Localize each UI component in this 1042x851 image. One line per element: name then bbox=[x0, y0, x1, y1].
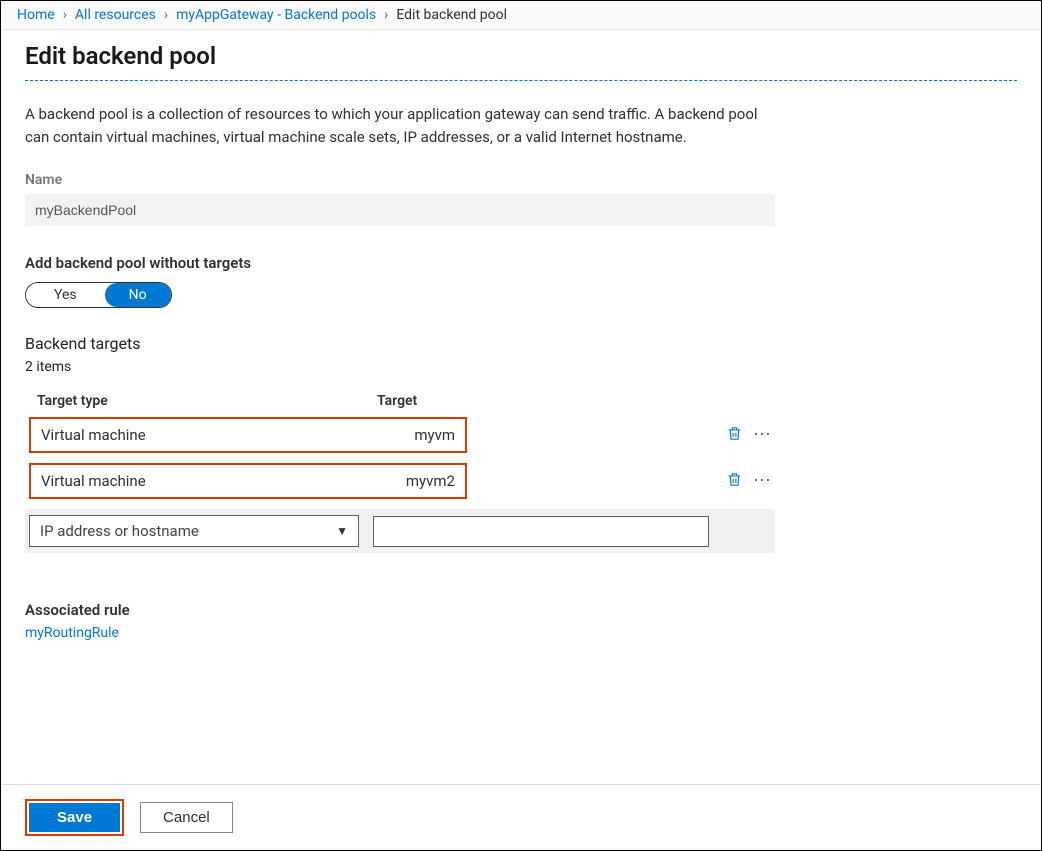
backend-targets-header: Backend targets bbox=[25, 334, 1017, 353]
name-label: Name bbox=[25, 172, 1017, 188]
without-targets-toggle[interactable]: Yes No bbox=[25, 282, 172, 308]
delete-icon[interactable] bbox=[726, 471, 743, 492]
name-field[interactable] bbox=[25, 194, 775, 226]
breadcrumb: Home › All resources › myAppGateway - Ba… bbox=[1, 1, 1041, 30]
page-description: A backend pool is a collection of resour… bbox=[25, 103, 785, 148]
breadcrumb-all-resources[interactable]: All resources bbox=[75, 7, 156, 23]
divider bbox=[25, 80, 1017, 81]
target-value: myvm bbox=[361, 426, 455, 444]
without-targets-label: Add backend pool without targets bbox=[25, 254, 1017, 272]
targets-table: Target type Target Virtual machine myvm … bbox=[25, 385, 775, 553]
associated-rule-link[interactable]: myRoutingRule bbox=[25, 625, 1017, 641]
table-row: Virtual machine myvm2 ⋯ bbox=[25, 463, 775, 499]
chevron-down-icon: ▼ bbox=[336, 524, 348, 538]
breadcrumb-app-gateway[interactable]: myAppGateway - Backend pools bbox=[176, 7, 376, 23]
page-footer: Save Cancel bbox=[1, 784, 1041, 850]
associated-rule-label: Associated rule bbox=[25, 601, 1017, 619]
target-type-select[interactable]: IP address or hostname ▼ bbox=[29, 515, 359, 547]
target-row-2[interactable]: Virtual machine myvm2 bbox=[29, 463, 467, 499]
target-value-input[interactable] bbox=[373, 516, 709, 547]
save-highlight: Save bbox=[25, 799, 124, 836]
toggle-no[interactable]: No bbox=[105, 283, 171, 307]
chevron-right-icon: › bbox=[164, 7, 168, 23]
select-label: IP address or hostname bbox=[40, 522, 199, 540]
chevron-right-icon: › bbox=[63, 7, 67, 23]
backend-targets-count: 2 items bbox=[25, 359, 1017, 375]
more-icon[interactable]: ⋯ bbox=[753, 426, 773, 444]
table-row: Virtual machine myvm ⋯ bbox=[25, 417, 775, 453]
main-content: Edit backend pool A backend pool is a co… bbox=[1, 30, 1041, 641]
save-button[interactable]: Save bbox=[29, 803, 120, 832]
column-target: Target bbox=[377, 393, 487, 409]
cancel-button[interactable]: Cancel bbox=[140, 802, 233, 833]
page-title: Edit backend pool bbox=[25, 42, 1017, 70]
more-icon[interactable]: ⋯ bbox=[753, 472, 773, 490]
breadcrumb-current: Edit backend pool bbox=[396, 7, 507, 23]
toggle-yes[interactable]: Yes bbox=[26, 283, 105, 307]
breadcrumb-home[interactable]: Home bbox=[17, 7, 55, 23]
target-type-value: Virtual machine bbox=[41, 426, 361, 444]
delete-icon[interactable] bbox=[726, 425, 743, 446]
column-target-type: Target type bbox=[37, 393, 377, 409]
target-row-1[interactable]: Virtual machine myvm bbox=[29, 417, 467, 453]
chevron-right-icon: › bbox=[384, 7, 388, 23]
target-value: myvm2 bbox=[361, 472, 455, 490]
add-target-row: IP address or hostname ▼ bbox=[25, 509, 775, 553]
target-type-value: Virtual machine bbox=[41, 472, 361, 490]
